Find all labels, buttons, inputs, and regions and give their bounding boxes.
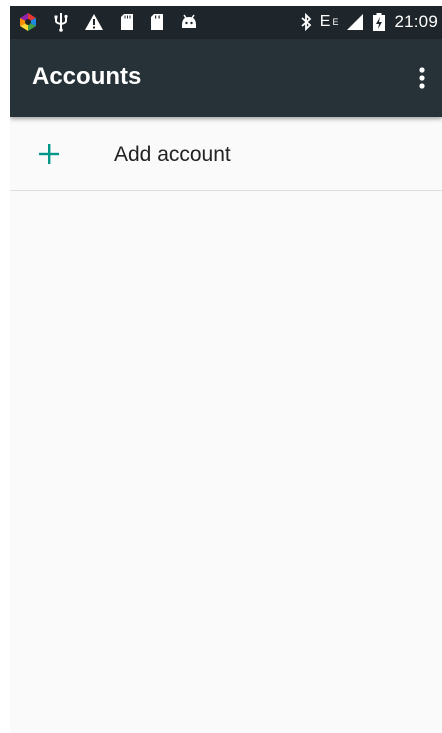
plus-icon <box>39 144 59 164</box>
app-bar: Accounts <box>10 39 442 117</box>
warning-icon <box>84 13 104 31</box>
bluetooth-icon <box>300 13 312 31</box>
sd-card-icon <box>120 13 134 31</box>
status-bar: EE 21:09 <box>10 6 442 39</box>
usb-icon <box>54 12 68 32</box>
more-options-button[interactable] <box>408 61 436 95</box>
color-app-icon <box>18 12 38 32</box>
system-indicators: EE 21:09 <box>292 11 438 33</box>
network-type: EE <box>319 13 339 30</box>
screen: EE 21:09 Accounts Add account <box>10 6 442 733</box>
add-account-label: Add account <box>114 143 231 166</box>
clock: 21:09 <box>394 12 438 31</box>
signal-icon <box>346 13 364 31</box>
battery-icon <box>372 12 386 32</box>
page-title: Accounts <box>32 63 142 90</box>
android-debug-icon <box>180 13 198 31</box>
more-vert-icon <box>419 67 425 89</box>
sd-card-icon <box>150 13 164 31</box>
notification-icons <box>18 11 214 33</box>
add-account-item[interactable]: Add account <box>10 118 442 191</box>
